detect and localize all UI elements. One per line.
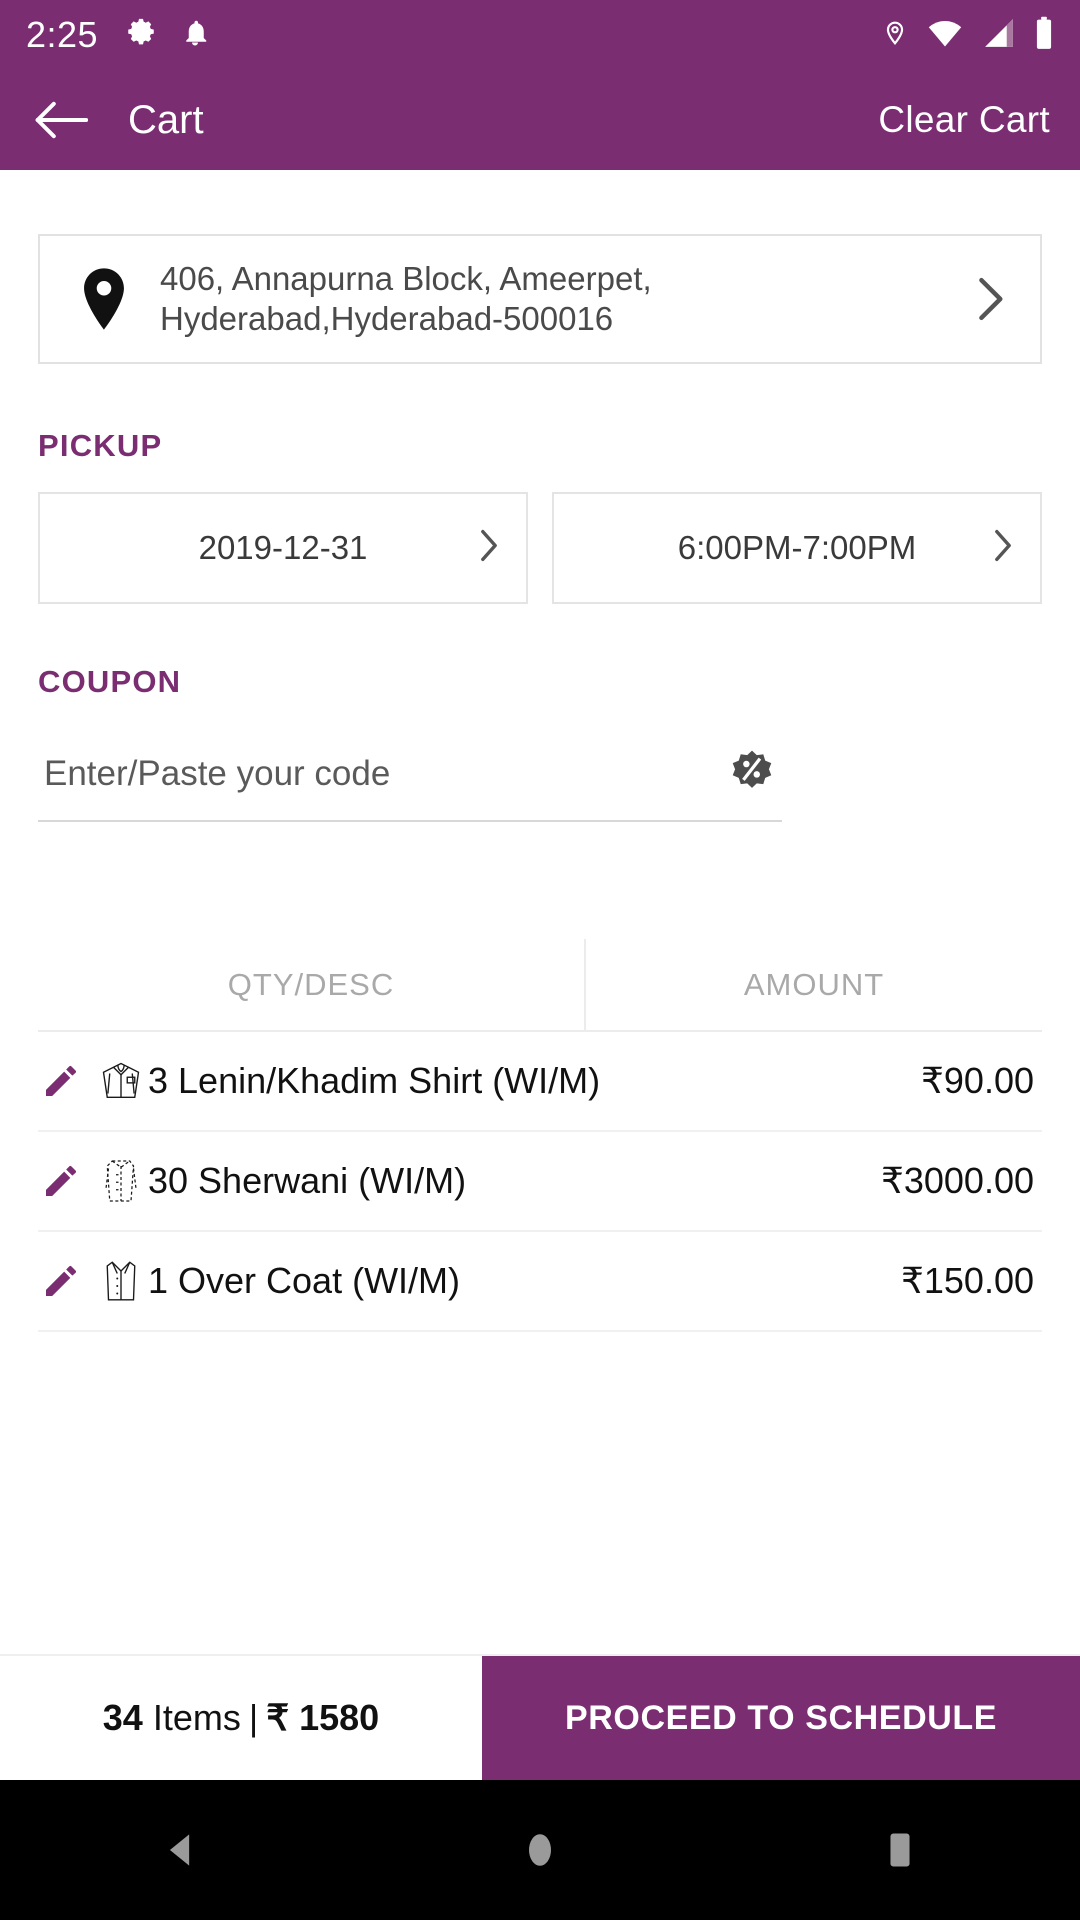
pickup-date-picker[interactable]: 2019-12-31 — [38, 492, 528, 604]
proceed-to-schedule-button[interactable]: PROCEED TO SCHEDULE — [482, 1656, 1080, 1780]
items-table-header: QTY/DESC AMOUNT — [38, 939, 1042, 1032]
cart-item-count: 34 — [102, 1697, 143, 1738]
pencil-icon[interactable] — [38, 1161, 84, 1201]
address-line-1: 406, Annapurna Block, Ameerpet, — [160, 260, 652, 298]
column-header-amount: AMOUNT — [584, 939, 1042, 1031]
table-row[interactable]: 3 Lenin/Khadim Shirt (WI/M) ₹90.00 — [38, 1032, 1042, 1132]
item-description: 1 Over Coat (WI/M) — [148, 1260, 461, 1301]
overcoat-icon — [94, 1256, 148, 1306]
gear-icon — [124, 16, 158, 55]
clear-cart-button[interactable]: Clear Cart — [878, 99, 1050, 141]
app-bar: Cart Clear Cart — [0, 70, 1080, 170]
items-table: QTY/DESC AMOUNT 3 Lenin/Khadim Shirt (WI… — [38, 939, 1042, 1332]
bottom-bar: 34 Items | ₹ 1580 PROCEED TO SCHEDULE — [0, 1654, 1080, 1780]
sherwani-icon — [94, 1156, 148, 1206]
status-right-icons — [882, 16, 1054, 55]
status-left-icons — [124, 16, 210, 55]
pickup-date-value: 2019-12-31 — [198, 529, 368, 566]
coupon-input[interactable] — [38, 754, 722, 794]
arrow-left-icon[interactable] — [30, 89, 92, 151]
nav-recents-icon[interactable] — [840, 1780, 960, 1920]
cart-summary: 34 Items | ₹ 1580 — [0, 1656, 482, 1780]
item-description: 30 Sherwani (WI/M) — [148, 1160, 467, 1201]
item-description-cell: 1 Over Coat (WI/M) — [38, 1256, 901, 1306]
item-amount: ₹3000.00 — [880, 1160, 1034, 1201]
item-amount: ₹90.00 — [921, 1060, 1034, 1101]
coupon-row — [38, 734, 782, 822]
page-title: Cart — [128, 97, 204, 142]
summary-separator: | — [248, 1697, 259, 1738]
nav-back-icon[interactable] — [120, 1780, 240, 1920]
item-description-cell: 3 Lenin/Khadim Shirt (WI/M) — [38, 1056, 921, 1106]
cart-screen: 2:25 Cart Clear Cart 406, Annapurna Bloc… — [0, 0, 1080, 1920]
shirt-icon — [94, 1056, 148, 1106]
cart-items-word: Items — [152, 1697, 241, 1738]
column-header-qty-desc: QTY/DESC — [227, 967, 395, 1002]
discount-badge-icon[interactable] — [722, 748, 782, 800]
wifi-icon — [926, 18, 964, 53]
pickup-time-value: 6:00PM-7:00PM — [677, 529, 917, 566]
android-nav-bar — [0, 1780, 1080, 1920]
pencil-icon[interactable] — [38, 1061, 84, 1101]
location-pin-icon — [882, 16, 908, 55]
nav-home-icon[interactable] — [480, 1780, 600, 1920]
pickup-time-picker[interactable]: 6:00PM-7:00PM — [552, 492, 1042, 604]
chevron-right-icon[interactable] — [966, 275, 1014, 323]
bell-icon — [180, 16, 210, 55]
pencil-icon[interactable] — [38, 1261, 84, 1301]
status-time: 2:25 — [26, 14, 99, 55]
status-bar: 2:25 — [0, 0, 1080, 70]
item-description-cell: 30 Sherwani (WI/M) — [38, 1156, 881, 1206]
battery-icon — [1034, 16, 1054, 55]
cart-total: ₹ 1580 — [266, 1697, 380, 1738]
pickup-pickers: 2019-12-31 6:00PM-7:00PM — [38, 492, 1042, 604]
address-line-2: Hyderabad,Hyderabad-500016 — [160, 300, 614, 337]
table-row[interactable]: 1 Over Coat (WI/M) ₹150.00 — [38, 1232, 1042, 1332]
item-amount: ₹150.00 — [900, 1260, 1034, 1301]
item-description: 3 Lenin/Khadim Shirt (WI/M) — [148, 1060, 601, 1101]
map-pin-icon — [72, 268, 136, 330]
coupon-section-label: COUPON — [38, 664, 182, 699]
main-content: 406, Annapurna Block, Ameerpet, Hyderaba… — [0, 234, 1080, 1332]
pickup-section-label: PICKUP — [38, 428, 163, 463]
signal-icon — [982, 17, 1016, 54]
chevron-right-icon — [992, 529, 1014, 568]
address-card[interactable]: 406, Annapurna Block, Ameerpet, Hyderaba… — [38, 234, 1042, 364]
address-text: 406, Annapurna Block, Ameerpet, Hyderaba… — [136, 259, 966, 338]
table-row[interactable]: 30 Sherwani (WI/M) ₹3000.00 — [38, 1132, 1042, 1232]
chevron-right-icon — [478, 529, 500, 568]
